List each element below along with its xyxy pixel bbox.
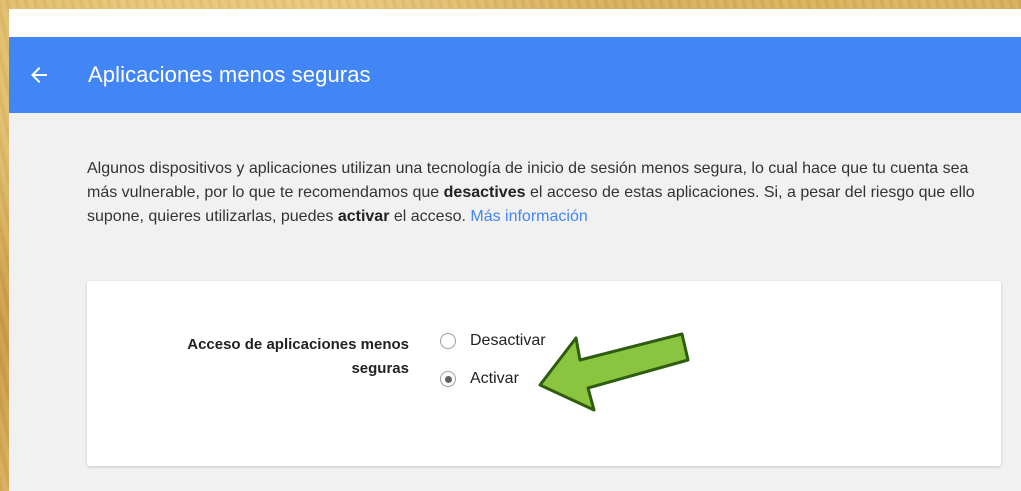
option-activar-label: Activar [470,370,519,387]
arrow-back-icon[interactable] [9,37,69,113]
background: Aplicaciones menos seguras Algunos dispo… [0,0,1021,491]
description-bold-activar: activar [337,208,390,225]
option-activar[interactable]: Activar [440,370,519,388]
option-desactivar-label: Desactivar [470,332,546,349]
radio-selected-dot [444,375,452,383]
app-bar: Aplicaciones menos seguras [9,37,1021,113]
description-bold-desactives: desactives [443,184,526,201]
setting-label: Acceso de aplicaciones menos seguras [187,336,409,377]
page-title: Aplicaciones menos seguras [88,62,371,87]
option-desactivar[interactable]: Desactivar [440,332,546,350]
main-content: Algunos dispositivos y aplicaciones util… [9,157,1021,229]
radio-desactivar[interactable] [440,333,456,349]
description-part-3: el acceso. [389,208,471,225]
radio-activar[interactable] [440,371,456,387]
settings-card: Acceso de aplicaciones menos seguras Des… [87,281,1001,466]
window-top-bar [9,9,1021,37]
description-text: Algunos dispositivos y aplicaciones util… [87,157,982,229]
settings-window: Aplicaciones menos seguras Algunos dispo… [9,9,1021,491]
arrow-back-glyph [31,67,47,83]
more-info-link[interactable]: Más información [470,208,587,225]
